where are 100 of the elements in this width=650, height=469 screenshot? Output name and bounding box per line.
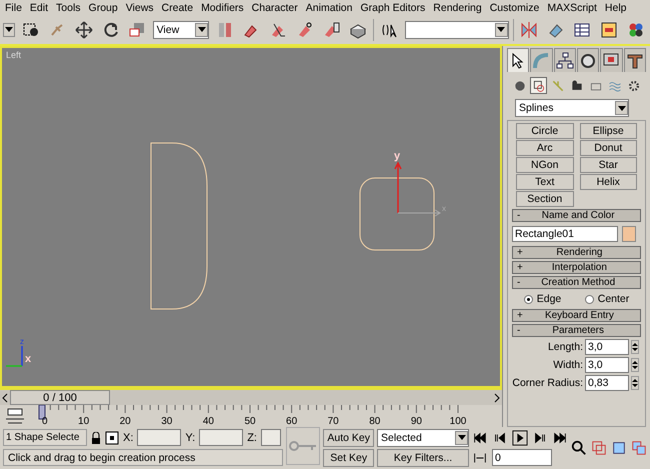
axis-label: z <box>20 337 24 346</box>
key-mode-dropdown[interactable]: Selected <box>377 428 469 446</box>
menu-item[interactable]: Tools <box>53 2 86 14</box>
number-field[interactable]: 3,0 <box>585 357 629 373</box>
track-view-icon[interactable] <box>573 20 592 38</box>
radio-label: Center <box>598 293 630 305</box>
y-coord-field[interactable] <box>199 429 244 446</box>
object-type-button[interactable]: Star <box>580 157 637 173</box>
frame-number: 0 <box>42 416 48 427</box>
menu-item[interactable]: Rendering <box>430 2 487 14</box>
menu-item[interactable]: MAXScript <box>544 2 602 14</box>
field-label: Width: <box>553 359 583 371</box>
object-type-button[interactable]: Ellipse <box>580 123 637 139</box>
rollout-header[interactable]: + Keyboard Entry <box>512 309 641 322</box>
object-type-button[interactable]: Circle <box>516 123 574 139</box>
object-type-button[interactable]: NGon <box>516 157 574 173</box>
frame-number: 80 <box>369 416 380 427</box>
rollout-header[interactable]: - Creation Method <box>512 276 641 289</box>
key-filters-button[interactable]: Key Filters... <box>377 448 469 466</box>
radio-button[interactable] <box>524 294 533 304</box>
axis-label: x <box>25 353 32 365</box>
field-label: Corner Radius: <box>512 377 583 389</box>
frame-number: 100 <box>450 416 466 427</box>
number-field[interactable]: 3,0 <box>585 339 629 355</box>
menu-item[interactable]: Help <box>602 2 632 14</box>
number-field[interactable]: 0,83 <box>585 375 629 391</box>
radio-option[interactable]: Edge <box>524 293 562 305</box>
next-frame-icon[interactable] <box>492 392 502 404</box>
go-to-end-icon[interactable] <box>552 430 568 446</box>
selection-status: 1 Shape Selecte <box>3 429 87 446</box>
menu-item[interactable]: Animation <box>302 2 358 14</box>
frame-number: 50 <box>244 416 256 427</box>
object-type-button[interactable]: Helix <box>580 174 637 190</box>
select-region-icon[interactable] <box>22 20 40 38</box>
selection-set-dropdown[interactable] <box>404 20 509 38</box>
auto-key-button[interactable]: Auto Key <box>323 428 374 446</box>
panel-tab[interactable] <box>507 48 530 72</box>
coord-label: Y: <box>185 432 196 444</box>
time-slider-thumb[interactable]: 0 / 100 <box>10 390 110 405</box>
rollout-header[interactable]: + Rendering <box>512 246 641 259</box>
previous-frame-icon[interactable] <box>0 392 10 404</box>
category-dropdown[interactable]: Splines <box>515 99 629 117</box>
z-coord-field[interactable] <box>260 429 281 446</box>
frame-number: 10 <box>78 416 90 427</box>
menu-item[interactable]: Views <box>122 2 159 14</box>
rollout-header[interactable]: + Interpolation <box>512 261 641 274</box>
mirror-icon[interactable] <box>520 20 538 38</box>
object-color-swatch[interactable] <box>622 226 636 242</box>
menu-item[interactable]: Create <box>158 2 198 14</box>
rollout-header[interactable]: - Parameters <box>512 324 641 337</box>
menu-item[interactable]: File <box>2 2 27 14</box>
spinner-icon[interactable] <box>631 340 639 354</box>
track-bar[interactable]: 0 10 20 30 40 50 60 70 80 90 100 <box>30 405 500 427</box>
object-type-button[interactable]: Text <box>516 174 574 190</box>
toolbar-dropdown[interactable] <box>3 22 16 36</box>
frame-number: 40 <box>202 416 214 427</box>
current-frame-field[interactable]: 0 <box>492 449 552 466</box>
hammer-icon[interactable] <box>626 52 644 70</box>
next-key-icon[interactable] <box>532 430 548 446</box>
caret-icon <box>618 106 626 110</box>
scale-icon[interactable] <box>128 20 146 38</box>
coord-label: Z: <box>247 432 257 444</box>
previous-key-icon[interactable] <box>492 430 508 446</box>
play-icon[interactable] <box>512 430 528 446</box>
panel-tab[interactable] <box>600 48 623 72</box>
object-type-button[interactable]: Section <box>516 191 574 207</box>
frame-number: 70 <box>328 416 339 427</box>
menu-item[interactable]: Customize <box>486 2 544 14</box>
rollout-header[interactable]: - Name and Color <box>512 209 641 222</box>
y-axis-arrow <box>394 161 402 214</box>
coord-label: X: <box>123 432 134 444</box>
set-key-button[interactable]: Set Key <box>323 448 374 466</box>
object-name-field[interactable]: Rectangle01 <box>512 226 618 242</box>
menu-item[interactable]: Edit <box>26 2 54 14</box>
viewport-label: Left <box>6 50 22 60</box>
radio-button[interactable] <box>584 294 594 304</box>
zoom-icon[interactable] <box>571 440 587 456</box>
hierarchy-icon[interactable] <box>556 52 574 70</box>
x-coord-field[interactable] <box>137 429 182 446</box>
object-type-button[interactable]: Donut <box>580 140 637 156</box>
z-axis-line <box>21 346 23 366</box>
x-axis-line <box>6 365 22 367</box>
spinner-icon[interactable] <box>631 358 639 372</box>
menu-item[interactable]: Group <box>86 2 123 14</box>
object-type-button[interactable]: Arc <box>516 140 574 156</box>
move-icon[interactable] <box>74 20 93 38</box>
radio-option[interactable]: Center <box>584 293 630 305</box>
reference-coord-dropdown[interactable]: View <box>152 20 210 38</box>
spinner-icon[interactable] <box>631 376 639 390</box>
go-to-start-icon[interactable] <box>472 430 488 446</box>
panel-tab[interactable] <box>576 48 600 72</box>
menu-item[interactable]: Graph Editors <box>357 2 430 14</box>
menu-item[interactable]: Character <box>248 2 303 14</box>
menu-item[interactable]: Modifiers <box>198 2 249 14</box>
lock-icon[interactable] <box>91 432 101 444</box>
panel-tab[interactable] <box>554 48 576 72</box>
field-label: Length: <box>548 341 583 353</box>
rotate-icon[interactable] <box>102 20 120 38</box>
radio-label: Edge <box>536 293 562 305</box>
panel-tab[interactable] <box>624 48 646 72</box>
